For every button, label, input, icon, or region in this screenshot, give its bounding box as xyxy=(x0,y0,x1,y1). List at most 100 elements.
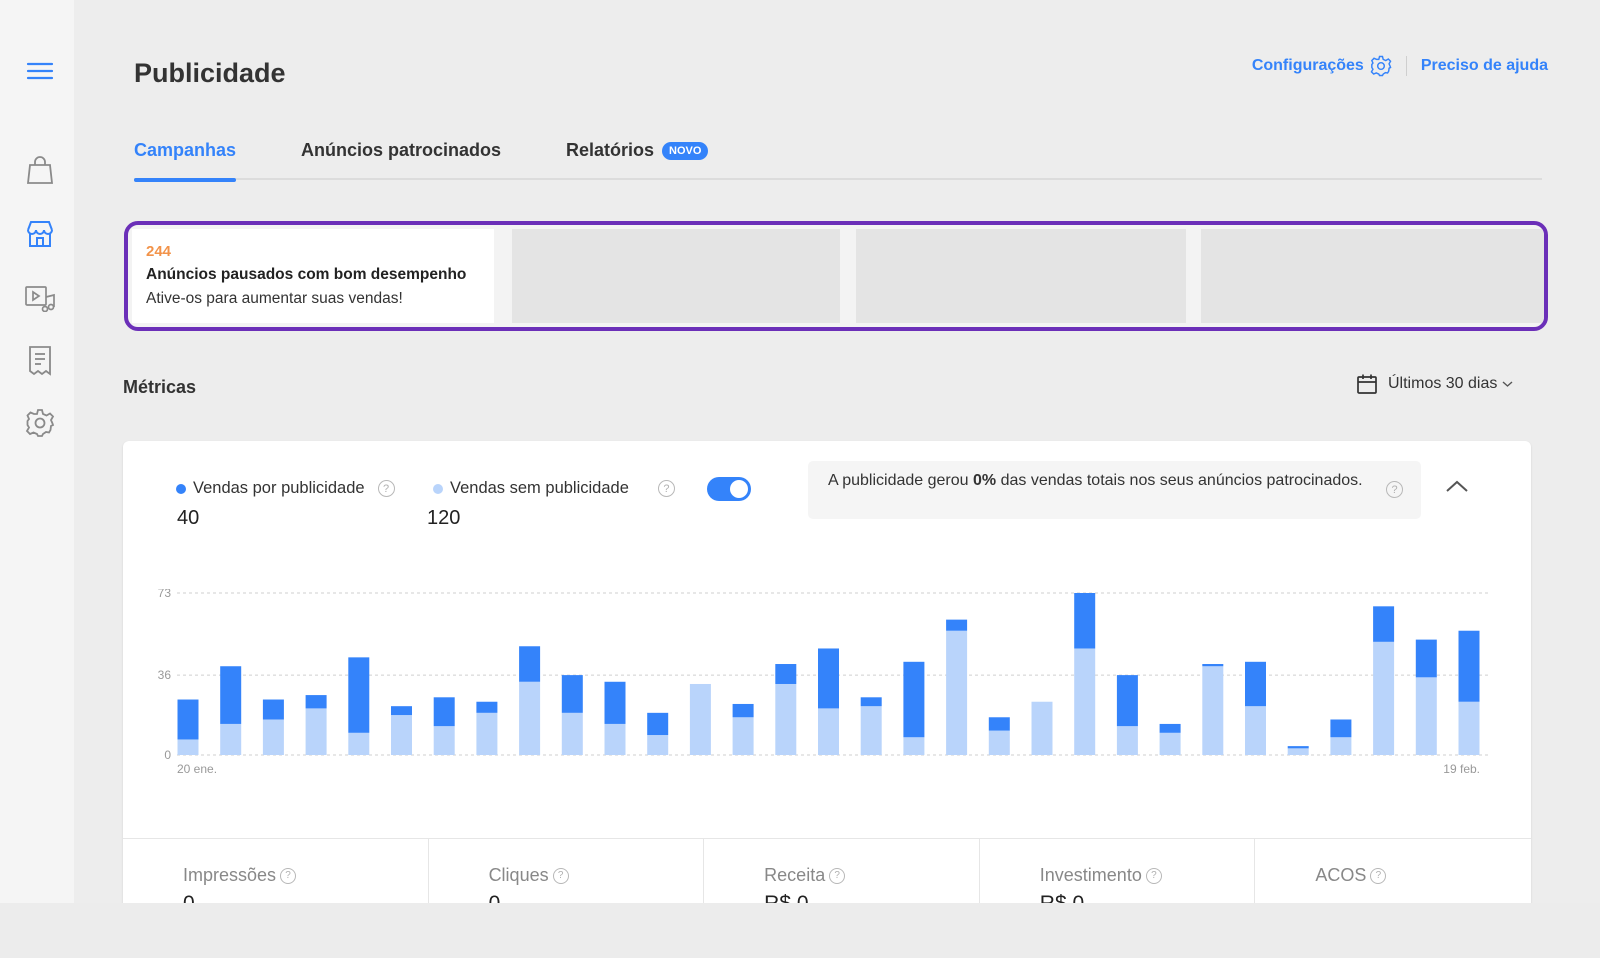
bar-organic-sales[interactable] xyxy=(1245,706,1266,755)
card-placeholder xyxy=(1201,229,1544,323)
bar-organic-sales[interactable] xyxy=(1330,737,1352,755)
bar-ads-sales[interactable] xyxy=(903,661,925,738)
bar-organic-sales[interactable] xyxy=(1458,701,1480,755)
bar-organic-sales[interactable] xyxy=(604,723,626,755)
help-icon[interactable]: ? xyxy=(552,867,569,884)
help-icon[interactable]: ? xyxy=(1386,481,1403,498)
opportunity-title: Anúncios pausados com bom desempenho xyxy=(146,266,467,283)
bar-ads-sales[interactable] xyxy=(1245,661,1266,707)
bar-ads-sales[interactable] xyxy=(1373,606,1395,642)
bar-organic-sales[interactable] xyxy=(946,630,968,755)
help-icon[interactable]: ? xyxy=(280,867,297,884)
legend-dot xyxy=(433,483,443,494)
bar-organic-sales[interactable] xyxy=(348,732,370,755)
bar-organic-sales[interactable] xyxy=(1287,748,1309,755)
kpi-label: Investimento xyxy=(1039,865,1142,885)
bar-ads-sales[interactable] xyxy=(1415,639,1437,678)
chevron-down-icon xyxy=(1502,381,1513,387)
bar-organic-sales[interactable] xyxy=(433,726,455,755)
bar-ads-sales[interactable] xyxy=(732,703,754,718)
bar-ads-sales[interactable] xyxy=(860,697,882,707)
bar-ads-sales[interactable] xyxy=(177,699,199,740)
bar-organic-sales[interactable] xyxy=(177,739,199,755)
bar-organic-sales[interactable] xyxy=(689,683,711,755)
bar-organic-sales[interactable] xyxy=(647,735,669,755)
page-edge xyxy=(0,903,1600,958)
bar-organic-sales[interactable] xyxy=(775,683,797,755)
bar-organic-sales[interactable] xyxy=(1415,677,1437,755)
bar-ads-sales[interactable] xyxy=(647,712,669,736)
store-icon[interactable] xyxy=(24,218,56,250)
calendar-icon xyxy=(1357,374,1377,394)
bar-ads-sales[interactable] xyxy=(262,699,284,720)
bar-ads-sales[interactable] xyxy=(1458,630,1480,702)
bar-organic-sales[interactable] xyxy=(262,719,284,755)
bar-organic-sales[interactable] xyxy=(391,715,412,755)
bar-organic-sales[interactable] xyxy=(1031,701,1053,755)
help-icon[interactable]: ? xyxy=(1145,867,1162,884)
help-icon[interactable]: ? xyxy=(1370,867,1387,884)
legend-label: Vendas sem publicidade xyxy=(450,479,629,497)
bar-ads-sales[interactable] xyxy=(391,706,412,716)
bar-ads-sales[interactable] xyxy=(818,648,839,709)
bar-organic-sales[interactable] xyxy=(1159,732,1181,755)
tab-label: Anúncios patrocinados xyxy=(301,140,502,160)
bar-organic-sales[interactable] xyxy=(1202,666,1224,755)
bar-organic-sales[interactable] xyxy=(519,681,541,755)
help-icon[interactable]: ? xyxy=(377,480,395,497)
tab-anuncios-patrocinados[interactable]: Anúncios patrocinados xyxy=(301,140,501,180)
tab-bar: Campanhas Anúncios patrocinados Relatóri… xyxy=(134,132,1542,182)
bar-ads-sales[interactable] xyxy=(988,717,1010,731)
y-tick-label: 73 xyxy=(158,589,172,600)
bar-organic-sales[interactable] xyxy=(818,708,839,755)
date-range-picker[interactable]: Últimos 30 dias xyxy=(1356,373,1513,395)
bar-ads-sales[interactable] xyxy=(1116,675,1138,727)
bar-organic-sales[interactable] xyxy=(1074,648,1096,755)
bar-ads-sales[interactable] xyxy=(946,619,968,631)
bar-ads-sales[interactable] xyxy=(220,666,242,724)
bar-ads-sales[interactable] xyxy=(1202,664,1224,667)
collapse-button[interactable] xyxy=(1443,477,1471,497)
bar-ads-sales[interactable] xyxy=(476,701,498,713)
bar-organic-sales[interactable] xyxy=(1373,641,1395,755)
bar-organic-sales[interactable] xyxy=(903,737,925,755)
bar-ads-sales[interactable] xyxy=(1074,593,1096,649)
bar-ads-sales[interactable] xyxy=(604,681,626,724)
bar-organic-sales[interactable] xyxy=(476,712,498,755)
bar-ads-sales[interactable] xyxy=(1330,719,1352,738)
bar-organic-sales[interactable] xyxy=(220,723,242,755)
bar-ads-sales[interactable] xyxy=(433,697,455,727)
bar-ads-sales[interactable] xyxy=(348,657,370,733)
bar-ads-sales[interactable] xyxy=(775,664,797,684)
help-icon[interactable]: ? xyxy=(829,867,846,884)
bar-ads-sales[interactable] xyxy=(1159,723,1181,733)
bar-organic-sales[interactable] xyxy=(305,708,327,755)
gear-icon[interactable] xyxy=(24,407,56,439)
help-icon[interactable]: ? xyxy=(657,480,675,497)
comparison-toggle[interactable] xyxy=(707,477,751,501)
bar-organic-sales[interactable] xyxy=(732,717,754,755)
opportunity-card[interactable]: 244 Anúncios pausados com bom desempenho… xyxy=(132,229,494,323)
bar-organic-sales[interactable] xyxy=(860,706,882,755)
bar-ads-sales[interactable] xyxy=(1287,746,1309,749)
bar-organic-sales[interactable] xyxy=(988,730,1010,755)
bag-icon[interactable] xyxy=(24,154,56,186)
bar-organic-sales[interactable] xyxy=(561,712,583,755)
receipt-icon[interactable] xyxy=(24,345,56,377)
help-link[interactable]: Preciso de ajuda xyxy=(1421,57,1548,75)
bar-ads-sales[interactable] xyxy=(305,695,327,709)
y-tick-label: 0 xyxy=(164,748,171,762)
tab-relatorios[interactable]: Relatórios NOVO xyxy=(566,140,709,180)
new-badge: NOVO xyxy=(662,142,709,160)
card-placeholder xyxy=(512,229,840,323)
menu-icon[interactable] xyxy=(24,55,56,87)
card-placeholder xyxy=(856,229,1186,323)
bar-ads-sales[interactable] xyxy=(561,675,583,713)
bar-organic-sales[interactable] xyxy=(1116,726,1138,755)
settings-link[interactable]: Configurações xyxy=(1252,55,1392,77)
bar-ads-sales[interactable] xyxy=(519,646,541,682)
tab-campanhas[interactable]: Campanhas xyxy=(134,140,237,182)
legend-organic-sales: Vendas sem publicidade ? xyxy=(433,479,675,498)
chevron-up-icon xyxy=(1446,480,1468,492)
media-icon[interactable] xyxy=(24,282,56,314)
